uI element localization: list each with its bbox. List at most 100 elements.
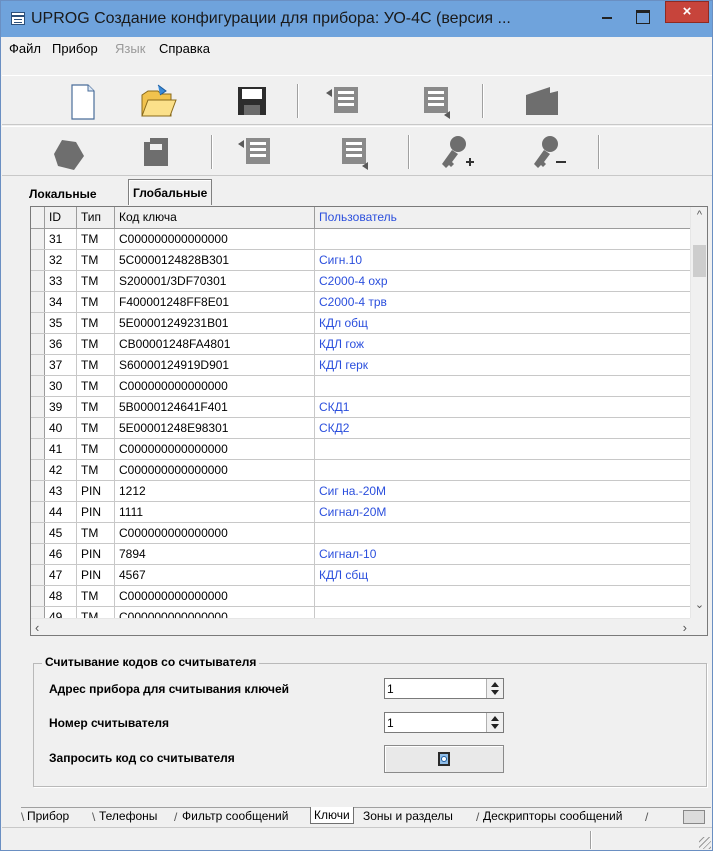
table-row[interactable]: 40 TM 5E00001248E98301 СКД2 [31,418,691,439]
cell-user[interactable]: Сиг на.-20М [315,481,691,502]
cell-code[interactable]: C000000000000000 [115,229,315,250]
cell-id[interactable]: 41 [45,439,77,460]
cell-user[interactable] [315,439,691,460]
cell-code[interactable]: C000000000000000 [115,460,315,481]
table-row[interactable]: 47 PIN 4567 КДЛ сбщ [31,565,691,586]
write-keys-icon[interactable] [332,132,376,172]
cell-user[interactable] [315,460,691,481]
address-spinner[interactable] [384,678,504,699]
table-row[interactable]: 32 TM 5C0000124828B301 Сигн.10 [31,250,691,271]
cell-type[interactable]: TM [77,397,115,418]
cell-type[interactable]: TM [77,523,115,544]
table-row[interactable]: 39 TM 5B0000124641F401 СКД1 [31,397,691,418]
cell-type[interactable]: PIN [77,481,115,502]
erase-icon[interactable] [48,132,92,172]
cell-id[interactable]: 35 [45,313,77,334]
tab-message-filter[interactable]: Фильтр сообщений [179,808,291,825]
tab-descriptors[interactable]: Дескрипторы сообщений [480,808,625,825]
cell-type[interactable]: PIN [77,565,115,586]
column-header-type[interactable]: Тип [77,207,115,228]
cell-id[interactable]: 33 [45,271,77,292]
address-input[interactable] [387,680,482,697]
cell-type[interactable]: TM [77,418,115,439]
menu-device[interactable]: Прибор [52,41,98,56]
device-add-icon[interactable] [134,132,178,172]
request-code-button[interactable] [384,745,504,773]
tab-local[interactable]: Локальные [25,181,101,205]
cell-type[interactable]: TM [77,376,115,397]
scroll-down-icon[interactable]: ⌄ [691,598,707,616]
cell-user[interactable]: КДЛ сбщ [315,565,691,586]
cell-user[interactable] [315,523,691,544]
cell-code[interactable]: S60000124919D901 [115,355,315,376]
write-config-icon[interactable] [414,81,458,121]
menu-language[interactable]: Язык [115,41,145,56]
cell-id[interactable]: 31 [45,229,77,250]
spin-down-icon[interactable] [491,724,499,729]
tab-phones[interactable]: Телефоны [96,808,160,825]
cell-id[interactable]: 34 [45,292,77,313]
tab-keys[interactable]: Ключи [310,807,354,824]
table-row[interactable]: 42 TM C000000000000000 [31,460,691,481]
cell-user[interactable]: С2000-4 трв [315,292,691,313]
keys-table[interactable]: ID Тип Код ключа Пользователь 31 TM C00000… [30,206,708,636]
horizontal-scrollbar[interactable]: ‹ › [31,618,691,635]
cell-code[interactable]: C000000000000000 [115,586,315,607]
table-row[interactable]: 44 PIN 1111 Сигнал-20М [31,502,691,523]
cell-code[interactable]: 1111 [115,502,315,523]
cell-id[interactable]: 37 [45,355,77,376]
tab-global[interactable]: Глобальные [128,179,213,205]
spin-up-icon[interactable] [491,682,499,687]
vertical-scrollbar[interactable]: ^ ⌄ [690,207,707,618]
reader-spin-buttons[interactable] [486,713,503,732]
cell-user[interactable]: КДл общ [315,313,691,334]
tab-device[interactable]: Прибор [24,808,72,825]
cell-user[interactable]: Сигнал-20М [315,502,691,523]
cell-code[interactable]: 5E00001249231B01 [115,313,315,334]
table-row[interactable]: 46 PIN 7894 Сигнал-10 [31,544,691,565]
cell-type[interactable]: TM [77,250,115,271]
scroll-up-icon[interactable]: ^ [691,209,707,227]
menu-file[interactable]: Файл [9,41,41,56]
cell-id[interactable]: 30 [45,376,77,397]
tab-scroll-arrows-icon[interactable] [683,810,705,824]
maximize-button[interactable] [627,4,657,28]
table-row[interactable]: 33 TM S200001/3DF70301 С2000-4 охр [31,271,691,292]
cell-type[interactable]: TM [77,355,115,376]
cell-code[interactable]: 7894 [115,544,315,565]
reader-number-spinner[interactable] [384,712,504,733]
new-document-icon[interactable] [60,81,104,121]
cell-type[interactable]: TM [77,271,115,292]
read-keys-icon[interactable] [234,132,278,172]
cell-code[interactable]: 4567 [115,565,315,586]
cell-type[interactable]: TM [77,292,115,313]
cell-id[interactable]: 46 [45,544,77,565]
key-add-icon[interactable] [434,132,478,172]
cell-user[interactable] [315,586,691,607]
cell-user[interactable] [315,229,691,250]
cell-user[interactable]: КДЛ герк [315,355,691,376]
cell-id[interactable]: 39 [45,397,77,418]
cell-type[interactable]: PIN [77,544,115,565]
key-remove-icon[interactable] [526,132,570,172]
cell-code[interactable]: 1212 [115,481,315,502]
cell-code[interactable]: C000000000000000 [115,439,315,460]
tab-zones[interactable]: Зоны и разделы [360,808,456,825]
cell-id[interactable]: 45 [45,523,77,544]
reader-number-input[interactable] [387,714,482,731]
column-header-code[interactable]: Код ключа [115,207,315,228]
scroll-thumb[interactable] [693,245,706,277]
table-row[interactable]: 35 TM 5E00001249231B01 КДл общ [31,313,691,334]
cell-code[interactable]: 5E00001248E98301 [115,418,315,439]
column-header-id[interactable]: ID [45,207,77,228]
cell-type[interactable]: TM [77,460,115,481]
cell-user[interactable]: СКД1 [315,397,691,418]
cell-user[interactable]: Сигн.10 [315,250,691,271]
cell-type[interactable]: TM [77,439,115,460]
table-row[interactable]: 36 TM CB00001248FA4801 КДЛ гож [31,334,691,355]
minimize-button[interactable] [591,4,621,28]
table-row[interactable]: 45 TM C000000000000000 [31,523,691,544]
spin-up-icon[interactable] [491,716,499,721]
cell-id[interactable]: 42 [45,460,77,481]
cell-id[interactable]: 48 [45,586,77,607]
